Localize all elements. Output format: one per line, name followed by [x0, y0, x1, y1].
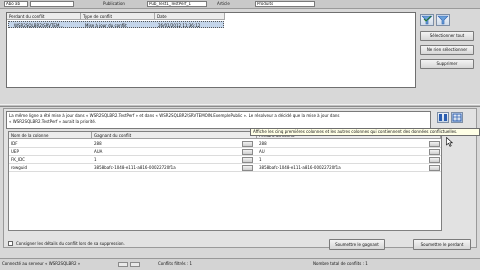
- column-name-cell: FK_IDC: [11, 157, 25, 162]
- column-comparison-grid[interactable]: Nom de la colonne Gagnant du conflit Per…: [8, 131, 442, 231]
- winner-value-cell[interactable]: 288: [92, 140, 242, 148]
- submit-winner-button[interactable]: Soumettre le gagnant: [329, 239, 385, 250]
- column-name-cell: rowguid: [11, 165, 27, 170]
- log-details-label: Consigner les détails du conflit lors de…: [16, 241, 125, 246]
- subscriber-filter-field[interactable]: [30, 1, 74, 7]
- grid-header-column-name[interactable]: Nom de la colonne: [9, 132, 92, 139]
- table-icon: [452, 113, 462, 122]
- funnel-check-icon: [421, 15, 433, 25]
- conflict-row[interactable]: WSR2SQLBR2\SRVTEM... Mise à jour du conf…: [8, 21, 224, 28]
- show-conflicting-columns-button[interactable]: [437, 112, 449, 123]
- status-progress-indicator: [130, 262, 140, 267]
- status-total-count: Nombre total de conflits : 1: [313, 261, 368, 266]
- type-label: Article: [217, 1, 230, 6]
- conflict-message: La même ligne a été mise à jour dans « W…: [6, 111, 431, 129]
- grid-header-winner[interactable]: Gagnant du conflit: [92, 132, 257, 139]
- status-filtered-count: Conflits filtrés : 1: [158, 261, 193, 266]
- loser-value-cell[interactable]: 1: [257, 156, 427, 164]
- publication-label: Publication: [103, 1, 125, 6]
- table-row[interactable]: rowguid 3858bafc-1048-e111-a816-00022720…: [9, 164, 441, 172]
- filter-bar: Abo ab Publication Pub_Test1_TestPerf_1 …: [0, 0, 480, 9]
- subscriber-dropdown[interactable]: Abo ab: [4, 1, 28, 7]
- winner-edit-button[interactable]: [242, 165, 253, 171]
- select-all-button[interactable]: Sélectionner tout: [420, 31, 474, 41]
- tooltip: Affiche les cinq premières colonnes et l…: [250, 128, 480, 136]
- panel-splitter[interactable]: [0, 104, 480, 107]
- loser-value-cell[interactable]: AU: [257, 148, 427, 156]
- column-header-date[interactable]: Date: [155, 13, 225, 20]
- winner-value-cell[interactable]: AUA: [92, 148, 242, 156]
- status-progress-indicator: [118, 262, 128, 267]
- funnel-icon: [437, 15, 449, 25]
- mouse-pointer-icon: [446, 137, 453, 147]
- table-row[interactable]: UEP AUA AU: [9, 148, 441, 156]
- filter-icon[interactable]: [420, 14, 434, 26]
- table-row[interactable]: FK_IDC 1 1: [9, 156, 441, 164]
- loser-edit-button[interactable]: [429, 141, 440, 147]
- winner-value-cell[interactable]: 1: [92, 156, 242, 164]
- column-filter-icon[interactable]: [436, 14, 450, 26]
- table-row[interactable]: IDF 288 288: [9, 140, 441, 148]
- winner-edit-button[interactable]: [242, 149, 253, 155]
- submit-loser-button[interactable]: Soumettre le perdant: [413, 239, 471, 250]
- type-dropdown[interactable]: Produits: [255, 1, 315, 7]
- status-bar: Connecté au serveur « WSR2SQLBR2 » Confl…: [0, 258, 480, 270]
- conflict-message-line-2: « WSR2SQLBR2.TestPerf » aurait la priori…: [9, 119, 97, 124]
- winner-value-cell[interactable]: 3858bafc-1048-e111-a816-00022720f1a: [92, 164, 242, 172]
- conflict-type-cell: Mise à jour du conflit: [85, 23, 127, 28]
- loser-edit-button[interactable]: [429, 149, 440, 155]
- conflict-loser-cell: WSR2SQLBR2\SRVTEM...: [14, 23, 64, 28]
- deselect-all-button[interactable]: Ne rien sélectionner: [420, 45, 474, 55]
- publication-dropdown[interactable]: Pub_Test1_TestPerf_1: [147, 1, 207, 7]
- conflict-date-cell: 26/01/2012 11:36:12: [158, 23, 201, 28]
- column-header-type[interactable]: Type de conflit: [81, 13, 155, 20]
- winner-edit-button[interactable]: [242, 141, 253, 147]
- loser-value-cell[interactable]: 3858bafc-1048-e111-a816-00022720f1a: [257, 164, 427, 172]
- column-header-loser[interactable]: Perdant du conflit: [7, 13, 81, 20]
- winner-edit-button[interactable]: [242, 157, 253, 163]
- loser-edit-button[interactable]: [429, 165, 440, 171]
- columns-icon: [439, 114, 447, 121]
- column-name-cell: IDF: [11, 141, 18, 146]
- show-all-columns-button[interactable]: [451, 112, 463, 123]
- conflict-list[interactable]: Perdant du conflit Type de conflit Date …: [6, 12, 416, 88]
- log-details-checkbox[interactable]: [8, 241, 13, 246]
- loser-value-cell[interactable]: 288: [257, 140, 427, 148]
- loser-edit-button[interactable]: [429, 157, 440, 163]
- delete-button[interactable]: Supprimer: [420, 59, 474, 69]
- column-name-cell: UEP: [11, 149, 19, 154]
- status-connection: Connecté au serveur « WSR2SQLBR2 »: [2, 261, 81, 266]
